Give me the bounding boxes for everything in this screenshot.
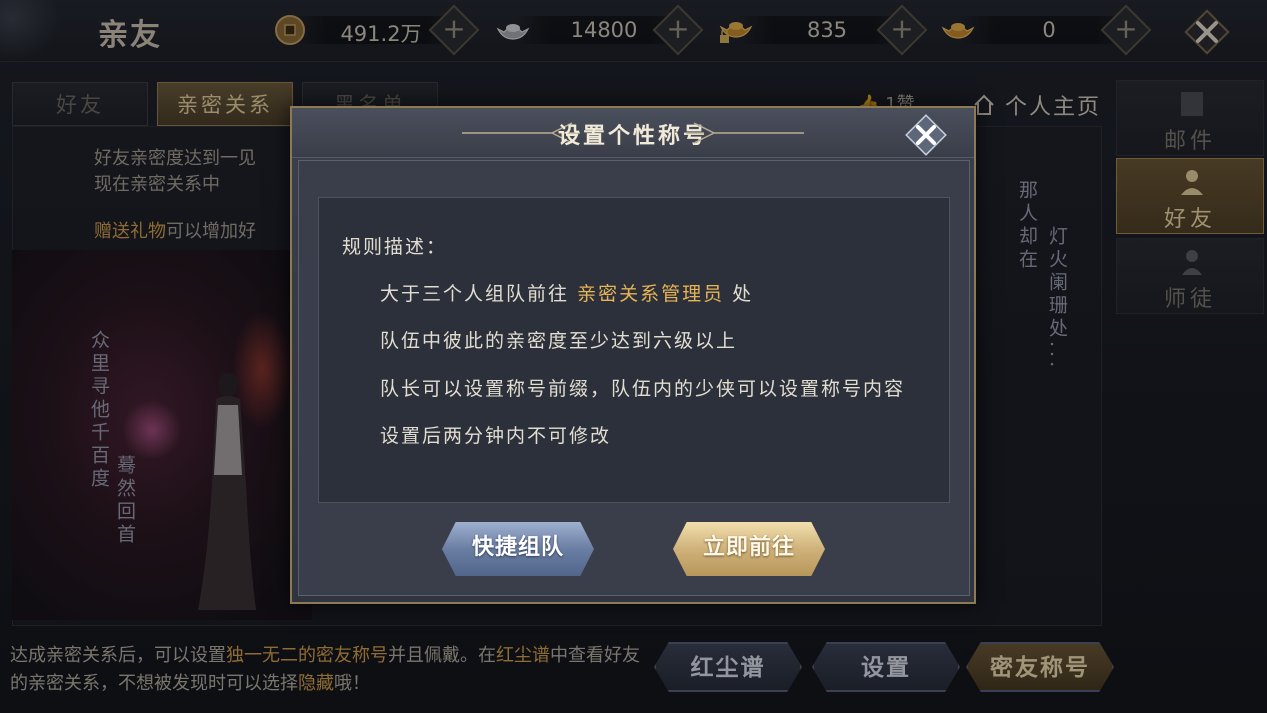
rule-line-3: 队长可以设置称号前缀，队伍内的少侠可以设置称号内容 (380, 378, 906, 400)
rule-title: 规则描述： (342, 236, 448, 258)
rule-line-2: 队伍中彼此的亲密度至少达到六级以上 (380, 330, 738, 352)
dialog-title: 设置个性称号 (557, 123, 708, 149)
quick-team-button[interactable]: 快捷组队 (442, 522, 594, 576)
dialog-close-icon[interactable] (904, 113, 948, 157)
rule-line-4: 设置后两分钟内不可修改 (380, 425, 612, 447)
go-now-button[interactable]: 立即前往 (673, 522, 825, 576)
dialog-header: 设置个性称号 (292, 108, 974, 158)
right-ornament-icon (686, 122, 804, 144)
intimacy-manager-npc: 亲密关系管理员 (577, 283, 725, 305)
rule-line-1: 大于三个人组队前往 亲密关系管理员 处 (380, 283, 754, 305)
